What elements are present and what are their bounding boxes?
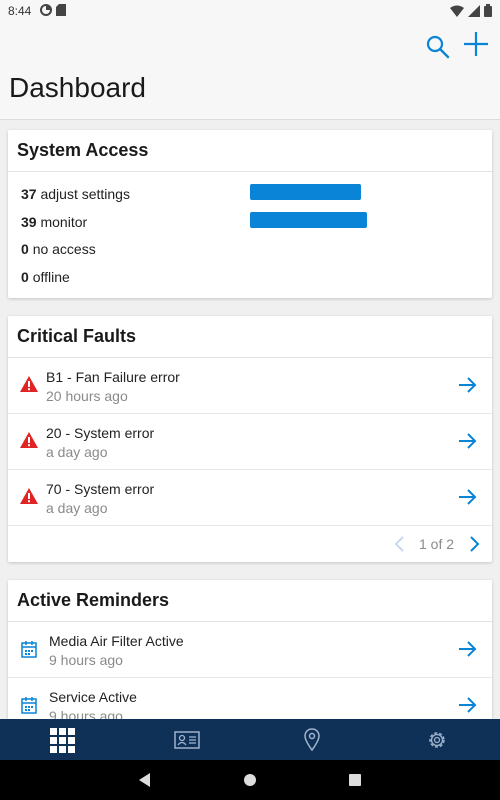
fault-item[interactable]: B1 - Fan Failure error 20 hours ago xyxy=(8,358,492,414)
location-pin-icon[interactable] xyxy=(299,727,325,753)
warning-icon xyxy=(20,376,38,392)
system-access-card: System Access 37 adjust settings 39 moni… xyxy=(8,130,492,298)
settings-gear-icon[interactable] xyxy=(424,727,450,753)
access-label: offline xyxy=(32,269,70,285)
fault-title: B1 - Fan Failure error xyxy=(46,369,180,385)
active-reminders-title: Active Reminders xyxy=(8,580,492,622)
search-icon[interactable] xyxy=(425,34,451,60)
fault-title: 70 - System error xyxy=(46,481,155,497)
fault-time: 20 hours ago xyxy=(46,388,128,404)
arrow-right-icon[interactable] xyxy=(456,374,478,396)
access-row-adjust-settings: 37 adjust settings xyxy=(21,186,130,206)
fault-item[interactable]: 20 - System error a day ago xyxy=(8,414,492,470)
critical-faults-title: Critical Faults xyxy=(8,316,492,358)
access-label: no access xyxy=(32,241,96,257)
access-row-no-access: 0 no access xyxy=(21,241,96,261)
arrow-right-icon[interactable] xyxy=(456,430,478,452)
bottom-nav xyxy=(0,719,500,760)
warning-icon xyxy=(20,488,38,504)
status-bar: 8:44 xyxy=(0,0,500,22)
access-row-offline: 0 offline xyxy=(21,269,70,289)
contact-card-icon[interactable] xyxy=(174,727,200,753)
reminder-item[interactable]: Media Air Filter Active 9 hours ago xyxy=(8,622,492,678)
warning-icon xyxy=(20,432,38,448)
fault-time: a day ago xyxy=(46,444,108,460)
sd-card-icon xyxy=(56,4,66,16)
add-icon[interactable] xyxy=(462,30,490,58)
access-label: monitor xyxy=(40,214,88,230)
arrow-right-icon[interactable] xyxy=(456,694,478,716)
home-icon[interactable] xyxy=(240,770,260,790)
calendar-icon xyxy=(21,641,37,658)
page-title: Dashboard xyxy=(9,72,146,103)
fault-title: 20 - System error xyxy=(46,425,155,441)
access-count: 0 xyxy=(21,241,29,257)
arrow-right-icon[interactable] xyxy=(456,638,478,660)
access-bar-adjust-settings xyxy=(250,184,361,200)
reminder-item[interactable]: Service Active 9 hours ago xyxy=(8,678,492,720)
signal-icon xyxy=(468,4,480,17)
access-bar-monitor xyxy=(250,212,367,228)
back-icon[interactable] xyxy=(135,770,155,790)
critical-faults-card: Critical Faults B1 - Fan Failure error 2… xyxy=(8,316,492,562)
system-access-title: System Access xyxy=(8,130,492,172)
fault-time: a day ago xyxy=(46,500,108,516)
access-row-monitor: 39 monitor xyxy=(21,214,87,234)
arrow-right-icon[interactable] xyxy=(456,486,478,508)
reminder-title: Media Air Filter Active xyxy=(49,633,184,649)
calendar-icon xyxy=(21,697,37,714)
wifi-icon xyxy=(450,5,464,17)
chevron-right-icon[interactable] xyxy=(466,535,482,553)
status-time: 8:44 xyxy=(8,4,32,18)
recents-icon[interactable] xyxy=(345,770,365,790)
chevron-left-icon[interactable] xyxy=(392,535,408,553)
battery-icon xyxy=(484,4,492,17)
active-reminders-card: Active Reminders Media Air Filter Active… xyxy=(8,580,492,720)
access-label: adjust settings xyxy=(40,186,130,202)
page-count: 1 of 2 xyxy=(419,536,455,552)
faults-pager: 1 of 2 xyxy=(8,526,492,562)
access-count: 39 xyxy=(21,214,37,230)
system-nav-bar xyxy=(0,760,500,800)
reminder-title: Service Active xyxy=(49,689,137,705)
access-count: 37 xyxy=(21,186,37,202)
data-saver-icon xyxy=(40,4,52,16)
reminder-time: 9 hours ago xyxy=(49,652,123,668)
dashboard-grid-icon[interactable] xyxy=(49,727,75,753)
app-bar: Dashboard xyxy=(0,22,500,120)
access-count: 0 xyxy=(21,269,29,285)
fault-item[interactable]: 70 - System error a day ago xyxy=(8,470,492,526)
